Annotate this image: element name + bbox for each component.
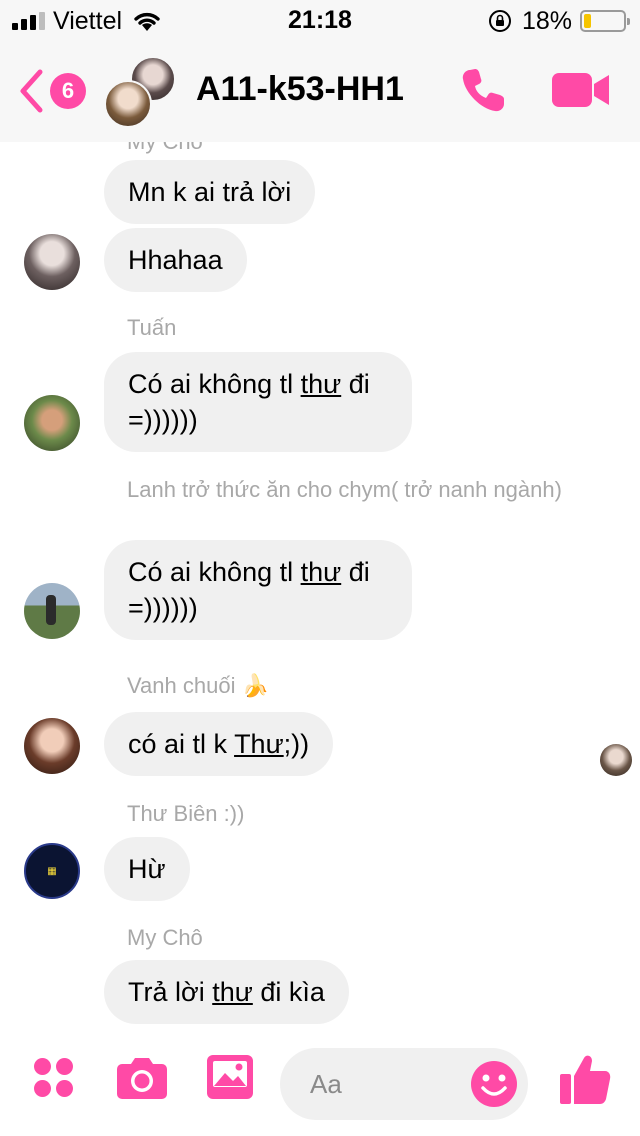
sender-name: Lanh trở thức ăn cho chym( trở nanh ngàn… <box>127 477 562 502</box>
message-bubble[interactable]: Có ai không tl thư đi =)))))) <box>104 352 412 452</box>
message-input-box[interactable] <box>280 1048 528 1120</box>
chat-header: 6 A11-k53-HH1 <box>0 42 640 142</box>
group-avatar[interactable] <box>104 56 180 130</box>
read-receipt-avatar <box>600 744 632 776</box>
status-right: 18% <box>488 6 630 35</box>
sender-name: Tuấn <box>127 315 177 340</box>
avatar[interactable]: ▦ <box>24 843 80 899</box>
message-bubble[interactable]: có ai tl k Thư;)) <box>104 712 334 776</box>
thumbs-up-icon[interactable] <box>558 1052 612 1106</box>
avatar-figure <box>46 595 56 625</box>
message-input[interactable] <box>310 1066 460 1102</box>
sender-name: My Chô <box>127 925 203 950</box>
menu-dots-icon[interactable] <box>34 1058 74 1098</box>
battery-percent: 18% <box>521 6 572 35</box>
message-bubble[interactable]: Có ai không tl thư đi =)))))) <box>104 540 412 640</box>
group-avatar-member-2 <box>104 80 152 128</box>
video-camera-icon[interactable] <box>552 72 610 108</box>
back-button[interactable]: 6 <box>18 68 86 114</box>
phone-icon[interactable] <box>458 66 508 116</box>
chat-title[interactable]: A11-k53-HH1 <box>196 70 404 109</box>
message-list[interactable]: My Chô Mn k ai trả lời Hhahaa Tuấn Có ai… <box>0 142 640 1028</box>
avatar[interactable] <box>24 718 80 774</box>
sender-name: My Chô <box>127 142 203 156</box>
composer-bar <box>0 1028 640 1136</box>
message-bubble[interactable]: Hhahaa <box>104 228 247 292</box>
message-bubble[interactable]: Hừ <box>104 837 190 901</box>
battery-fill <box>584 14 591 28</box>
sender-name: Vanh chuối 🍌 <box>127 673 269 698</box>
avatar[interactable] <box>24 234 80 290</box>
avatar[interactable] <box>24 395 80 451</box>
message-bubble[interactable]: Mn k ai trả lời <box>104 160 316 224</box>
camera-icon[interactable] <box>116 1054 168 1100</box>
avatar[interactable] <box>24 583 80 639</box>
battery-icon <box>580 10 630 32</box>
emoji-icon[interactable] <box>470 1060 518 1108</box>
back-chevron-icon <box>20 69 43 113</box>
sender-name: Thư Biên :)) <box>127 801 245 826</box>
message-bubble[interactable]: Trả lời thư đi kìa <box>104 960 349 1024</box>
unread-badge: 6 <box>50 73 86 109</box>
image-icon[interactable] <box>206 1054 254 1100</box>
status-bar: Viettel 21:18 18% <box>0 0 640 42</box>
orientation-lock-icon <box>488 10 511 32</box>
